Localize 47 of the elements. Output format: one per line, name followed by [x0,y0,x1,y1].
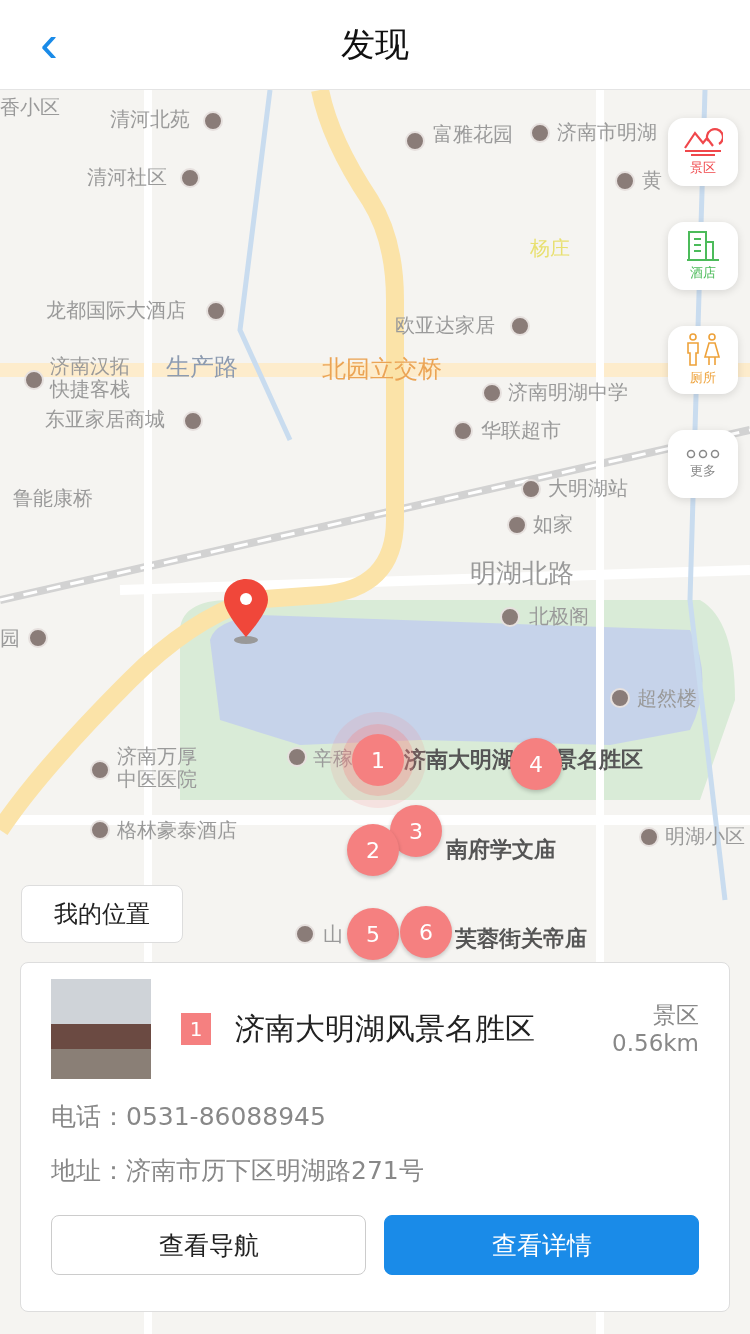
map-label: 明湖小区 [665,824,745,848]
my-location-button[interactable]: 我的位置 [21,885,183,943]
filter-button[interactable]: 酒店 [668,222,738,290]
mountain-icon [683,127,723,157]
navigation-button[interactable]: 查看导航 [51,1215,366,1275]
place-number: 1 [181,1013,211,1045]
map-label: 黄 [642,168,662,192]
map-label: 南府学文庙 [446,838,556,862]
map-label: 清河社区 [87,165,167,189]
map-label: 龙都国际大酒店 [46,298,186,322]
map-label: 山 [323,922,343,946]
map-label: 明湖北路 [470,558,574,588]
place-phone: 电话：0531-86088945 [51,1101,327,1133]
filter-button[interactable]: 景区 [668,118,738,186]
place-address: 地址：济南市历下区明湖路271号 [51,1155,425,1187]
place-category: 景区 [653,1001,699,1029]
page-title: 发现 [341,22,409,66]
map-label: 大明湖站 [548,476,628,500]
place-distance: 0.56km [612,1029,699,1057]
map-label: 北园立交桥 [322,355,442,383]
map-label: 园 [0,626,20,650]
map-label: 济南明湖中学 [508,380,628,404]
back-button[interactable]: ‹ [30,18,68,68]
map-label: 香小区 [0,95,60,119]
map-label: 杨庄 [530,236,570,260]
map-label: 华联超市 [481,418,561,442]
filter-button[interactable]: 厕所 [668,326,738,394]
location-pin-icon [222,577,270,645]
map-label: 鲁能康桥 [13,486,93,510]
map-label: 东亚家居商城 [45,407,165,431]
map-label: 济南汉拓快捷客栈 [50,355,130,401]
map-label: 格林豪泰酒店 [117,818,237,842]
map-label: 超然楼 [637,686,697,710]
building-icon [686,230,720,262]
details-button[interactable]: 查看详情 [384,1215,699,1275]
map-label: 如家 [533,512,573,536]
map-label: 清河北苑 [110,107,190,131]
map-label: 辛稼 [313,746,353,770]
place-name: 济南大明湖风景名胜区 [235,1009,536,1048]
map-label: 济南万厚中医医院 [117,745,197,791]
map-label: 济南市明湖 [557,120,657,144]
map-label: 富雅花园 [433,122,513,146]
more-icon [686,448,720,460]
filter-button[interactable]: 更多 [668,430,738,498]
map-label: 北极阁 [529,604,589,628]
map-label: 生产路 [166,353,238,381]
map-label: 芙蓉街关帝庙 [455,927,587,951]
